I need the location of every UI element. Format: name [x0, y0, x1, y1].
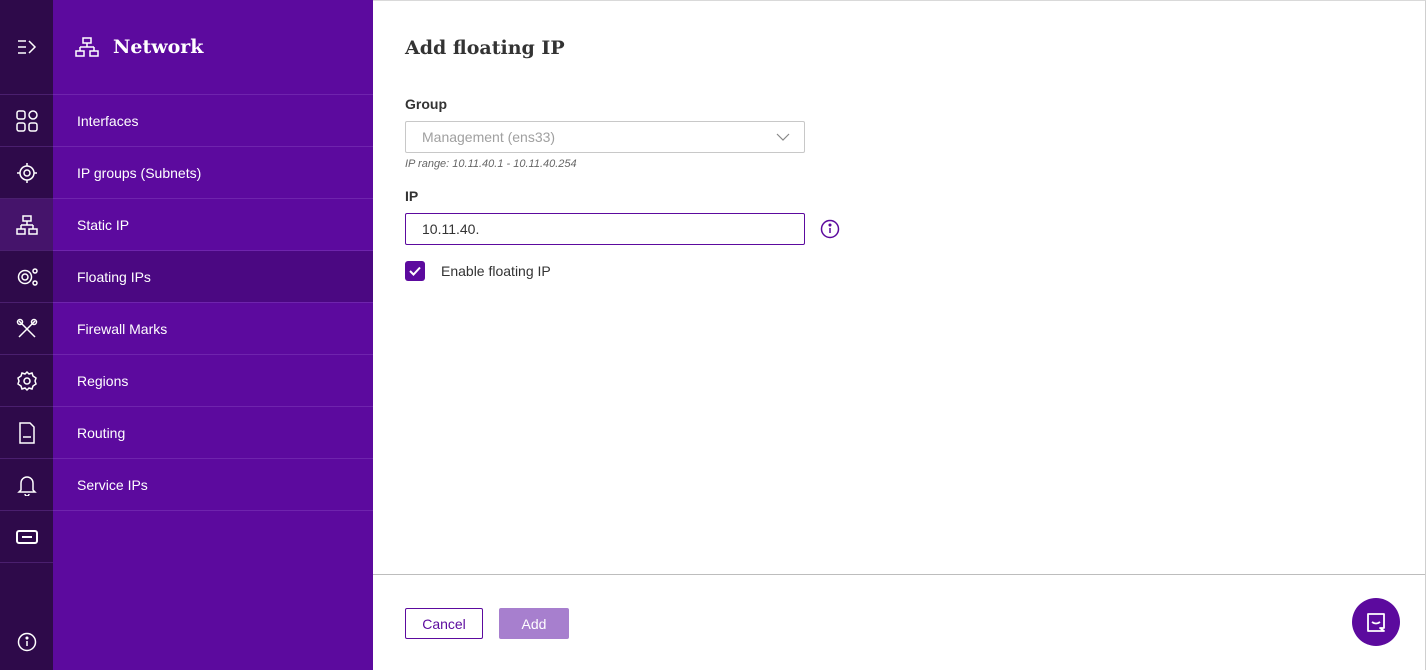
nav-item-static-ip[interactable]: Static IP	[53, 199, 373, 251]
chat-icon	[1367, 613, 1385, 632]
nav-item-service-ips[interactable]: Service IPs	[53, 459, 373, 511]
info-icon	[17, 632, 36, 652]
rail-locations-button[interactable]	[0, 147, 53, 199]
icon-rail	[0, 0, 53, 670]
nav-item-routing[interactable]: Routing	[53, 407, 373, 459]
rail-dashboard-button[interactable]	[0, 95, 53, 147]
grid-icon	[15, 109, 38, 132]
nav-item-interfaces[interactable]: Interfaces	[53, 95, 373, 147]
ip-input[interactable]	[405, 213, 805, 245]
location-gear-icon	[16, 162, 37, 183]
group-select[interactable]: Management (ens33)	[405, 121, 805, 153]
network-icon	[75, 37, 99, 57]
ip-range-hint: IP range: 10.11.40.1 - 10.11.40.254	[405, 158, 577, 170]
expand-menu-icon	[17, 40, 36, 54]
main-panel: Add floating IP Group Management (ens33)…	[373, 0, 1426, 670]
log-file-icon	[18, 421, 35, 444]
nav-item-label: Regions	[77, 372, 129, 389]
nav-item-label: IP groups (Subnets)	[77, 164, 202, 181]
nav-item-label: Floating IPs	[77, 268, 151, 285]
nav-item-regions[interactable]: Regions	[53, 355, 373, 407]
add-button[interactable]: Add	[499, 608, 569, 639]
rail-settings-button[interactable]	[0, 355, 53, 407]
rail-ticket-button[interactable]	[0, 511, 53, 563]
network-nav-panel: Network Interfaces IP groups (Subnets) S…	[53, 0, 373, 670]
nav-item-floating-ips[interactable]: Floating IPs	[53, 251, 373, 303]
rail-settings-nodes-button[interactable]	[0, 251, 53, 303]
enable-floating-ip-label[interactable]: Enable floating IP	[441, 263, 551, 279]
nav-item-label: Firewall Marks	[77, 320, 168, 337]
ticket-icon	[15, 529, 38, 544]
rail-logs-button[interactable]	[0, 407, 53, 459]
nav-header: Network	[53, 0, 373, 95]
rail-network-button[interactable]	[0, 199, 53, 251]
nav-item-firewall-marks[interactable]: Firewall Marks	[53, 303, 373, 355]
cancel-button[interactable]: Cancel	[405, 608, 483, 639]
ip-label: IP	[405, 188, 419, 204]
tools-icon	[16, 318, 37, 338]
form-footer: Cancel Add	[373, 574, 1425, 670]
nav-item-label: Interfaces	[77, 112, 139, 129]
nav-item-ip-groups[interactable]: IP groups (Subnets)	[53, 147, 373, 199]
bell-icon	[16, 475, 37, 496]
info-icon[interactable]	[820, 219, 840, 239]
chat-support-button[interactable]	[1352, 598, 1400, 646]
group-label: Group	[405, 96, 447, 112]
nav-item-label: Routing	[77, 424, 126, 441]
nav-title: Network	[113, 36, 204, 58]
rail-tools-button[interactable]	[0, 303, 53, 355]
gear-nodes-icon	[17, 267, 38, 286]
expand-menu-button[interactable]	[0, 0, 53, 95]
enable-floating-ip-checkbox[interactable]	[405, 261, 425, 281]
nav-item-label: Static IP	[77, 216, 130, 233]
rail-info-button[interactable]	[0, 624, 53, 660]
group-select-value: Management (ens33)	[422, 129, 556, 145]
nav-item-label: Service IPs	[77, 476, 148, 493]
gear-icon	[16, 370, 37, 391]
checkmark-icon	[409, 266, 421, 276]
rail-notifications-button[interactable]	[0, 459, 53, 511]
page-title: Add floating IP	[405, 37, 565, 59]
network-icon	[15, 214, 38, 235]
chevron-down-icon	[776, 133, 790, 141]
